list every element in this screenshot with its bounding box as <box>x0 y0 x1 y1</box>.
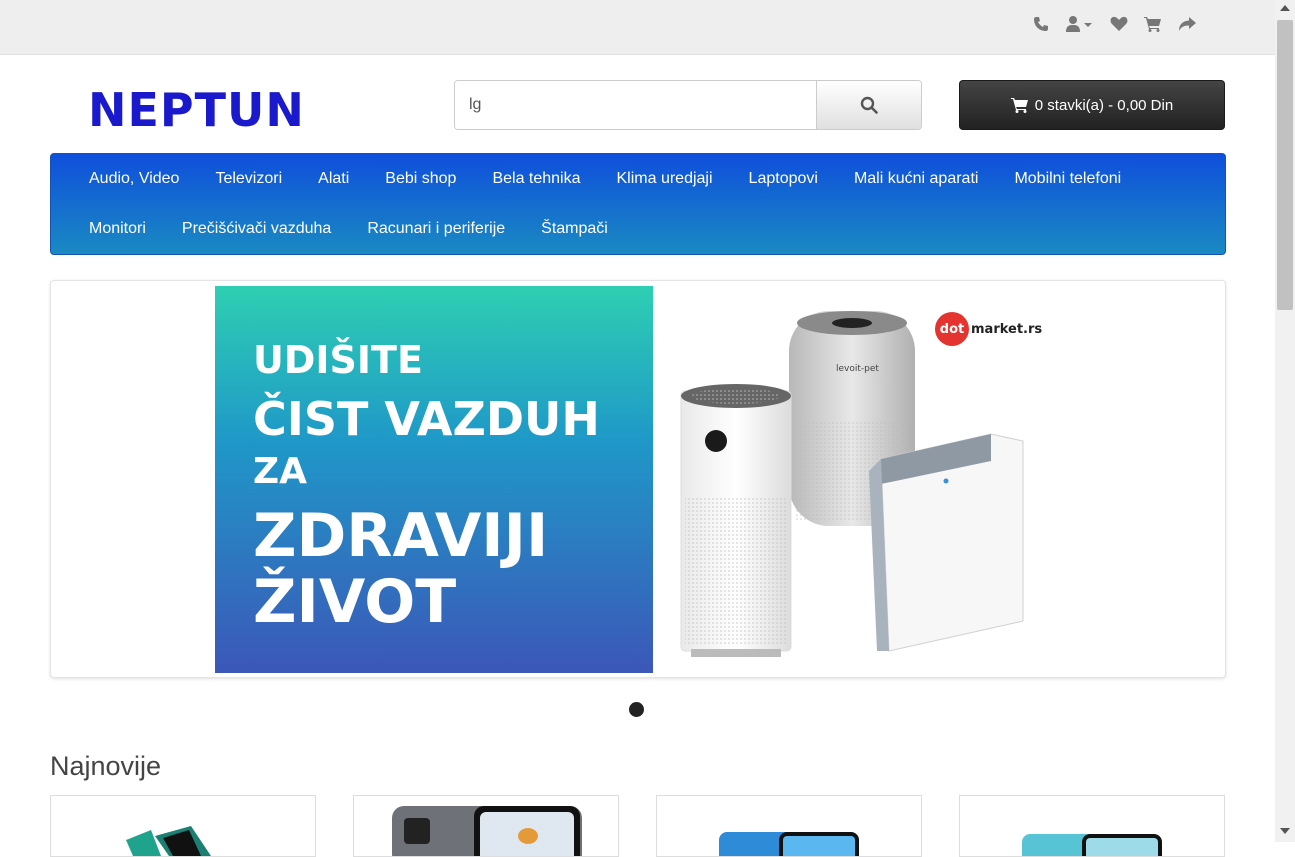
nav-item-preciscivaci-vazduha[interactable]: Prečišćivači vazduha <box>164 204 349 254</box>
share-icon[interactable] <box>1177 14 1197 34</box>
banner-text-panel: UDIŠITE ČIST VAZDUH ZA ZDRAVIJI ŽIVOT <box>215 286 653 673</box>
nav-item-laptopovi[interactable]: Laptopovi <box>731 154 836 204</box>
nav-item-alati[interactable]: Alati <box>300 154 367 204</box>
phone-icon[interactable] <box>1031 14 1051 34</box>
product-image <box>392 806 582 856</box>
section-title: Najnovije <box>50 751 162 781</box>
search-icon <box>860 96 878 114</box>
category-nav: Audio, Video Televizori Alati Bebi shop … <box>50 153 1226 255</box>
nav-item-stampaci[interactable]: Štampači <box>523 204 626 254</box>
banner-line-4: ZDRAVIJI <box>253 501 549 571</box>
heart-icon[interactable] <box>1109 14 1129 34</box>
nav-item-racunari-i-periferije[interactable]: Racunari i periferije <box>349 204 523 254</box>
nav-item-bela-tehnika[interactable]: Bela tehnika <box>474 154 598 204</box>
search-button[interactable] <box>816 81 921 129</box>
product-image <box>719 832 859 856</box>
banner-line-2: ČIST VAZDUH <box>253 392 600 446</box>
dotmarket-logo: dot market.rs <box>935 312 1042 346</box>
dotmarket-dot: dot <box>935 312 969 346</box>
nav-item-audio-video[interactable]: Audio, Video <box>71 154 197 204</box>
promo-banner[interactable]: UDIŠITE ČIST VAZDUH ZA ZDRAVIJI ŽIVOT le… <box>50 280 1226 678</box>
search-bar <box>454 80 922 130</box>
purifier-brand-text: levoit-pet <box>836 364 879 374</box>
nav-item-mali-kucni-aparati[interactable]: Mali kućni aparati <box>836 154 997 204</box>
air-purifiers-image: levoit-pet <box>680 311 1024 657</box>
scroll-down-icon[interactable] <box>1280 828 1290 834</box>
logo[interactable]: NEPTUN <box>88 84 305 136</box>
product-card[interactable] <box>959 795 1225 857</box>
nav-item-klima-uredjaji[interactable]: Klima uredjaji <box>599 154 731 204</box>
banner-line-5: ŽIVOT <box>253 567 457 637</box>
product-image <box>126 826 211 856</box>
carousel-indicator[interactable] <box>629 702 644 717</box>
nav-item-mobilni-telefoni[interactable]: Mobilni telefoni <box>996 154 1139 204</box>
nav-item-televizori[interactable]: Televizori <box>197 154 300 204</box>
banner-line-1: UDIŠITE <box>253 338 423 382</box>
cart-button[interactable]: 0 stavki(a) - 0,00 Din <box>959 80 1225 130</box>
product-image <box>1022 834 1162 856</box>
search-input[interactable] <box>455 81 816 129</box>
nav-item-bebi-shop[interactable]: Bebi shop <box>367 154 474 204</box>
nav-item-monitori[interactable]: Monitori <box>71 204 164 254</box>
product-card[interactable] <box>353 795 619 857</box>
dotmarket-text: market.rs <box>971 321 1043 337</box>
product-card[interactable] <box>50 795 316 857</box>
cart-icon[interactable] <box>1143 14 1163 34</box>
cart-icon <box>1010 98 1028 113</box>
cart-label: 0 stavki(a) - 0,00 Din <box>1034 96 1174 114</box>
banner-line-3: ZA <box>253 451 307 492</box>
top-bar <box>0 0 1275 55</box>
scroll-up-icon[interactable] <box>1280 5 1290 11</box>
user-icon[interactable] <box>1065 14 1095 34</box>
scrollbar-thumb[interactable] <box>1277 20 1293 310</box>
product-card[interactable] <box>656 795 922 857</box>
top-icons <box>1031 14 1197 34</box>
